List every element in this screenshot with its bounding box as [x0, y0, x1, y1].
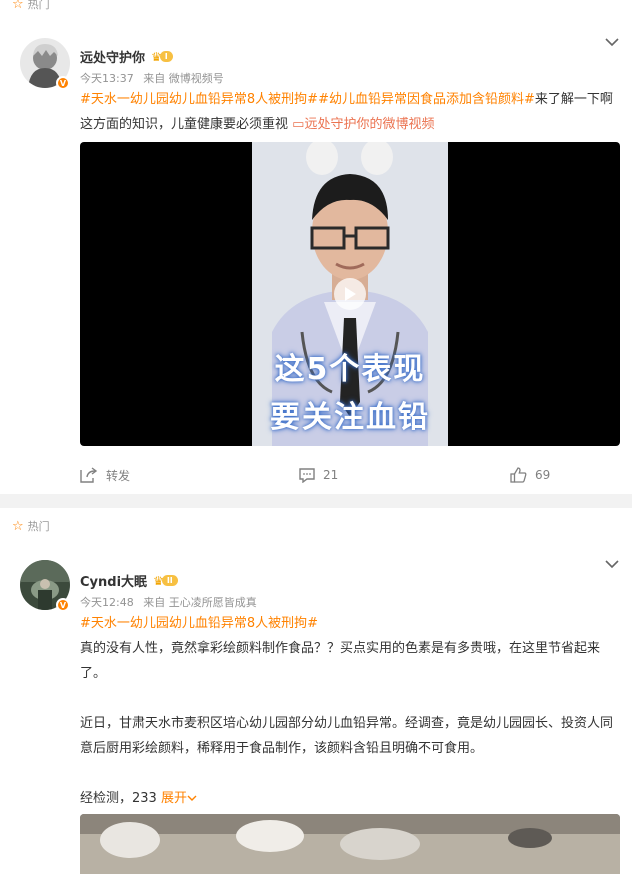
- video-caption-line2: 要关注血铅: [270, 400, 430, 435]
- topic-link[interactable]: #天水一幼儿园幼儿血铅异常8人被刑拘#: [80, 92, 318, 107]
- vip-badge[interactable]: ♛ II: [153, 574, 178, 588]
- video-link-icon: ▭: [292, 117, 305, 132]
- expand-label: 展开: [160, 791, 187, 806]
- repost-icon: [80, 467, 98, 483]
- vip-level: II: [161, 575, 178, 586]
- vip-level: I: [159, 51, 173, 62]
- like-count: 69: [535, 468, 551, 482]
- repost-button[interactable]: 转发: [80, 460, 130, 490]
- hot-star-icon: ☆: [12, 518, 24, 534]
- comment-count: 21: [323, 468, 339, 482]
- action-bar: 转发 21 69: [0, 460, 632, 490]
- feed-divider: [0, 494, 632, 508]
- topic-link[interactable]: #天水一幼儿园幼儿血铅异常8人被刑拘#: [80, 616, 318, 631]
- chevron-down-icon[interactable]: [604, 36, 620, 48]
- post-text: #天水一幼儿园幼儿血铅异常8人被刑拘# 真的没有人性，竟然拿彩绘颜料制作食品？？…: [80, 611, 614, 811]
- username[interactable]: Cyndi大眠: [80, 571, 147, 590]
- post-image[interactable]: [80, 814, 620, 874]
- repost-label: 转发: [106, 468, 131, 483]
- hot-label-row: ☆ 热门: [12, 518, 50, 534]
- post-paragraph-3: 经检测，233: [80, 791, 157, 806]
- chevron-down-icon[interactable]: [604, 558, 620, 570]
- username-row: Cyndi大眠 ♛ II: [80, 571, 178, 590]
- hot-label: 热门: [27, 520, 50, 533]
- hot-label-row: ☆ 热门: [12, 0, 50, 12]
- verified-badge-icon: V: [56, 598, 70, 612]
- video-link[interactable]: ▭远处守护你的微博视频: [292, 117, 434, 132]
- video-player[interactable]: 这5个表现 要关注血铅: [80, 142, 620, 446]
- post-text: #天水一幼儿园幼儿血铅异常8人被刑拘##幼儿血铅异常因食品添加含铅颜料#来了解一…: [80, 87, 614, 137]
- username-row: 远处守护你 ♛ I: [80, 47, 173, 66]
- post-time[interactable]: 今天12:48: [80, 596, 134, 609]
- post-paragraph-3-row: 经检测，233 展开: [80, 786, 614, 811]
- video-caption-line1: 这5个表现: [274, 352, 426, 387]
- verified-badge-icon: V: [56, 76, 70, 90]
- hot-star-icon: ☆: [12, 0, 24, 12]
- comment-button[interactable]: 21: [299, 460, 338, 490]
- expand-link[interactable]: 展开: [161, 791, 197, 806]
- comment-icon: [299, 467, 315, 483]
- post-time[interactable]: 今天13:37: [80, 72, 134, 85]
- weibo-post-1: ☆ 热门 V 远处守护你 ♛ I 今天13:37 来自 微博视频号 #天水一幼儿…: [0, 0, 632, 494]
- topic-link[interactable]: #幼儿血铅异常因食品添加含铅颜料#: [318, 92, 535, 107]
- hot-label: 热门: [27, 0, 50, 11]
- like-icon: [510, 467, 527, 483]
- post-meta: 今天13:37 来自 微博视频号: [80, 70, 230, 86]
- post-meta: 今天12:48 来自 王心凌所愿皆成真: [80, 594, 263, 610]
- chevron-down-icon: [187, 791, 197, 806]
- video-link-label: 远处守护你的微博视频: [304, 117, 435, 132]
- post-source[interactable]: 来自 微博视频号: [143, 72, 224, 85]
- post-source[interactable]: 来自 王心凌所愿皆成真: [143, 596, 257, 609]
- vip-badge[interactable]: ♛ I: [151, 50, 173, 64]
- play-icon[interactable]: [334, 278, 366, 310]
- username[interactable]: 远处守护你: [80, 47, 145, 66]
- post-paragraph-1: 真的没有人性，竟然拿彩绘颜料制作食品？？买点实用的色素是有多贵哦，在这里节省起来…: [80, 641, 601, 681]
- like-button[interactable]: 69: [510, 460, 550, 490]
- post-paragraph-2: 近日，甘肃天水市麦积区培心幼儿园部分幼儿血铅异常。经调查，竟是幼儿园园长、投资人…: [80, 716, 614, 756]
